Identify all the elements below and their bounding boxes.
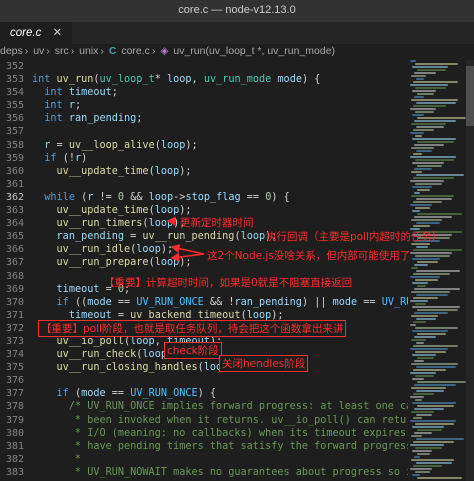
- annotation-arrows: [166, 216, 205, 262]
- arrow-to-run-idle: [170, 244, 205, 255]
- arrow-to-run-prepare: [170, 252, 205, 262]
